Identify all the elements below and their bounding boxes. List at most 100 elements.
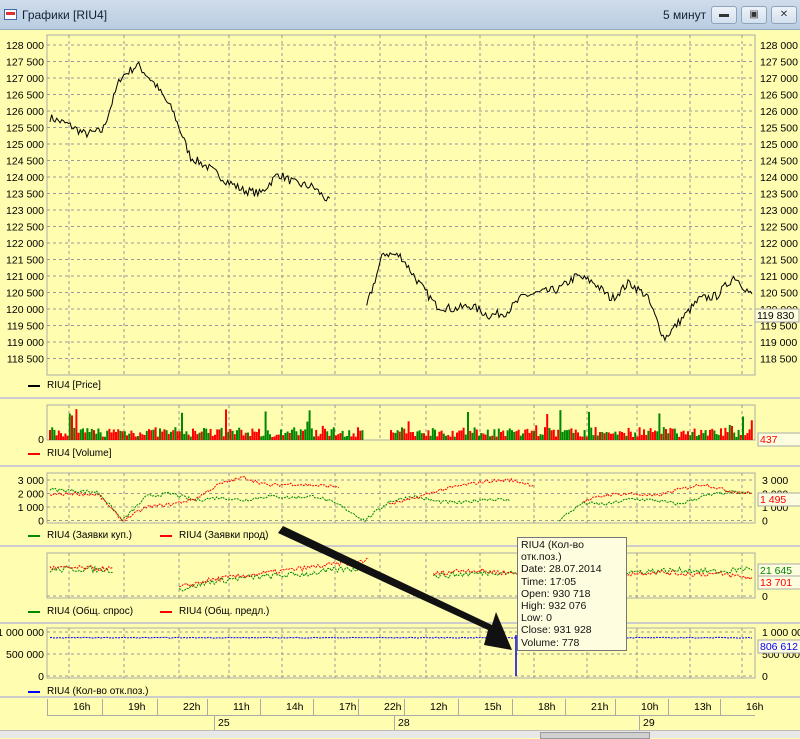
price-axis-tick-right: 123 000 (760, 205, 798, 217)
maximize-button[interactable]: ▣ (741, 6, 767, 24)
oi-axis-tick-left: 0 (38, 671, 44, 683)
volume-bar (361, 430, 364, 440)
price-axis-tick-right: 123 500 (760, 189, 798, 201)
volume-bar (68, 413, 71, 440)
time-label-hour: 14h (286, 701, 304, 713)
time-axis-divider (358, 699, 359, 715)
volume-bar (398, 431, 401, 440)
close-button[interactable]: ✕ (771, 6, 797, 24)
volume-bar (544, 427, 546, 440)
volume-bar (403, 428, 406, 440)
volume-bar (328, 435, 331, 440)
volume-bar (601, 431, 604, 440)
volume-bar (324, 428, 326, 440)
volume-bar (266, 430, 269, 440)
volume-bar (295, 431, 298, 440)
orders-axis-tick-left: 3 000 (18, 475, 44, 487)
volume-bar (172, 430, 175, 440)
price-axis-tick-left: 118 500 (7, 354, 44, 366)
volume-bar (244, 432, 247, 440)
price-series (49, 61, 753, 342)
volume-bar (660, 433, 663, 440)
time-label-hour: 16h (73, 701, 91, 713)
legend-volume: RIU4 [Volume] (28, 448, 111, 459)
volume-bar (167, 433, 170, 440)
volume-bar (93, 430, 95, 440)
volume-bar (185, 431, 188, 440)
volume-bar (84, 432, 87, 440)
volume-bar (533, 431, 535, 440)
volume-bar (550, 430, 553, 440)
volume-bar (726, 432, 729, 440)
volume-bar (392, 432, 395, 440)
volume-bar (227, 431, 230, 440)
time-axis-divider (512, 699, 513, 715)
volume-bar (541, 434, 544, 440)
volume-bar (449, 436, 452, 440)
volume-bar (486, 429, 489, 440)
minimize-button[interactable]: ▬ (711, 6, 737, 24)
volume-bar (156, 436, 159, 440)
volume-bar (640, 434, 643, 440)
volume-bar (348, 430, 351, 440)
chart-area[interactable]: 128 000 128 000 127 500 127 500 127 000 127 0… (0, 30, 800, 700)
volume-bar (60, 433, 62, 440)
volume-bar (610, 433, 612, 440)
time-label-day: 29 (643, 717, 655, 729)
volume-bar (414, 435, 417, 440)
volume-bar (678, 436, 681, 440)
volume-bar (638, 427, 641, 440)
volume-bar (451, 430, 454, 440)
volume-bar (588, 411, 590, 440)
price-axis-tick-left: 126 500 (6, 90, 44, 102)
volume-bar (654, 430, 656, 440)
volume-bar (566, 430, 568, 440)
time-label-hour: 19h (128, 701, 146, 713)
volume-bar (407, 421, 410, 440)
volume-bar (489, 436, 491, 440)
price-axis-tick-left: 125 500 (6, 123, 44, 135)
price-axis-tick-right: 126 500 (760, 90, 798, 102)
horizontal-scrollbar[interactable] (0, 730, 800, 739)
interval-selector[interactable]: 5 минут (663, 8, 706, 22)
legend-label: RIU4 (Общ. предл.) (179, 606, 270, 617)
price-axis-tick-right: 127 500 (760, 57, 798, 69)
price-last-value: 119 830 (757, 310, 794, 322)
volume-bar (293, 427, 296, 440)
volume-bar (728, 424, 731, 440)
volume-bar (750, 420, 753, 440)
tooltip-time: Time: 17:05 (521, 575, 577, 588)
volume-bar (108, 428, 111, 440)
time-axis-divider (102, 699, 103, 715)
volume-bar (464, 434, 467, 440)
volume-bar (731, 425, 733, 440)
volume-bar (416, 431, 419, 440)
tooltip-low: Low: 0 (521, 612, 552, 625)
time-label-hour: 10h (641, 701, 659, 713)
oi-last-value: 806 612 (760, 641, 798, 653)
volume-bar (711, 428, 714, 440)
volume-bar (720, 428, 722, 440)
oi-axis-tick-left: 1 000 000 (0, 627, 44, 639)
volume-bar (733, 432, 736, 440)
volume-bar (440, 430, 443, 440)
volume-bar (319, 433, 322, 440)
time-label-hour: 11h (233, 701, 250, 713)
price-axis-tick-left: 128 000 (6, 40, 44, 52)
volume-bar (121, 431, 124, 440)
time-label-hour: 22h (183, 701, 201, 713)
volume-bar (458, 430, 461, 440)
volume-bar (101, 436, 104, 440)
oi-axis-tick-right: 1 000 000 (762, 627, 800, 639)
price-axis-tick-right: 128 000 (760, 40, 798, 52)
volume-bar (577, 432, 579, 440)
volume-bar (143, 434, 146, 440)
volume-bar (592, 435, 595, 440)
demand-frame (46, 552, 756, 599)
volume-bar (302, 430, 304, 440)
volume-bar (453, 436, 456, 440)
orders-last-value: 1 495 (760, 494, 786, 506)
time-axis-divider (47, 699, 48, 715)
volume-bar (746, 433, 749, 440)
volume-bar (304, 429, 307, 440)
